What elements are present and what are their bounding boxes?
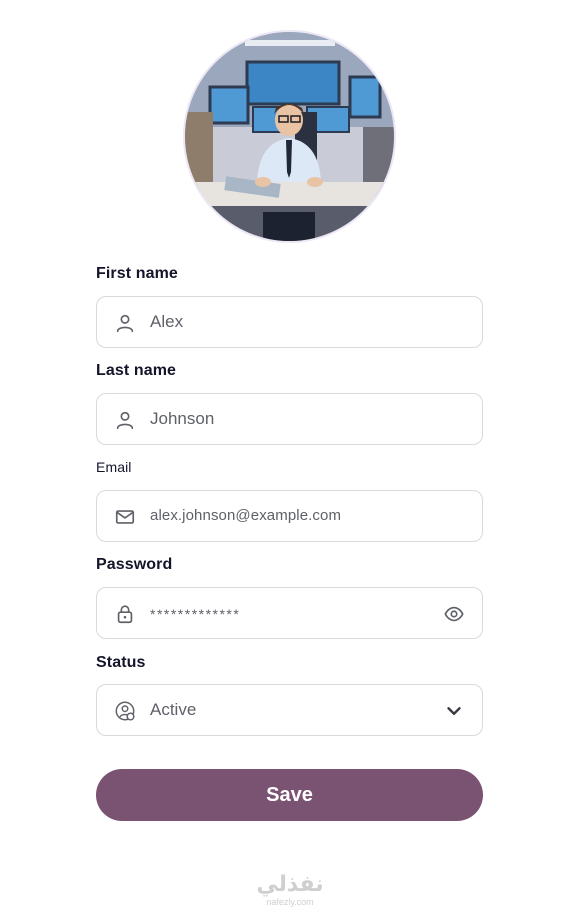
password-field[interactable]: *************: [96, 587, 483, 639]
person-icon: [116, 314, 134, 333]
mail-icon: [115, 510, 135, 524]
save-button[interactable]: Save: [96, 769, 483, 821]
first-name-label: First name: [96, 265, 178, 282]
last-name-value[interactable]: Johnson: [150, 394, 214, 444]
first-name-value[interactable]: Alex: [150, 297, 183, 347]
last-name-label: Last name: [96, 362, 177, 379]
chevron-down-icon[interactable]: [443, 700, 465, 722]
watermark: نفذلي nafezly.com: [245, 872, 335, 908]
status-select[interactable]: Active: [96, 684, 483, 736]
watermark-brand: نفذلي: [256, 871, 324, 896]
person-icon: [116, 411, 134, 430]
password-label: Password: [96, 556, 173, 573]
email-field[interactable]: alex.johnson@example.com: [96, 490, 483, 542]
first-name-field[interactable]: Alex: [96, 296, 483, 348]
profile-avatar[interactable]: [183, 30, 396, 243]
avatar-illustration: [185, 32, 394, 241]
status-value[interactable]: Active: [150, 685, 196, 735]
last-name-field[interactable]: Johnson: [96, 393, 483, 445]
user-status-icon: [115, 701, 135, 721]
lock-icon: [117, 605, 133, 624]
email-label: Email: [96, 459, 132, 475]
email-value[interactable]: alex.johnson@example.com: [150, 491, 341, 541]
eye-icon[interactable]: [443, 603, 465, 625]
status-label: Status: [96, 654, 146, 671]
watermark-domain: nafezly.com: [266, 897, 314, 907]
password-value[interactable]: *************: [150, 589, 240, 639]
